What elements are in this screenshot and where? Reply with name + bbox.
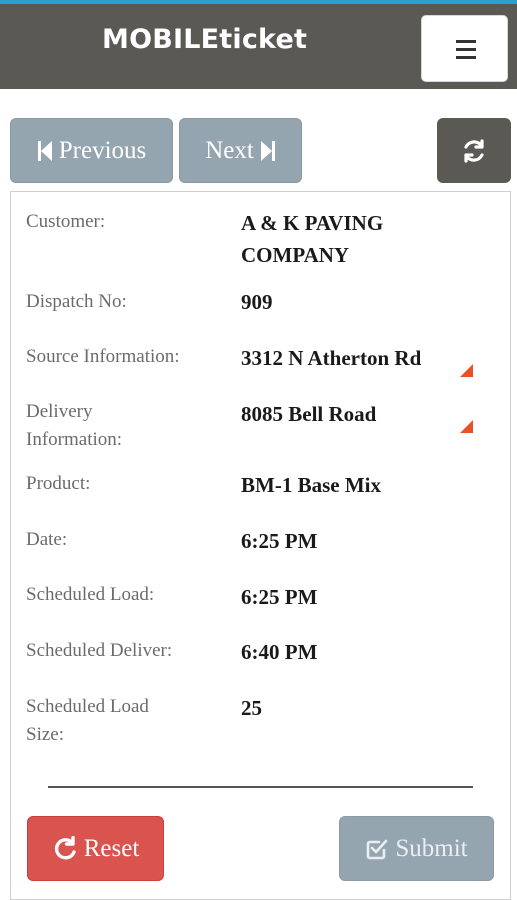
- delivery-information-value[interactable]: 8085 Bell Road: [241, 398, 461, 430]
- menu-button[interactable]: [421, 15, 508, 82]
- previous-button[interactable]: Previous: [10, 118, 173, 183]
- product-label: Product:: [26, 473, 91, 494]
- divider: [48, 786, 473, 788]
- scheduled-load-label: Scheduled Load:: [26, 584, 155, 605]
- check-square-icon: [367, 839, 388, 859]
- next-label: Next: [205, 136, 254, 164]
- app-title: MOBILEticket: [102, 24, 308, 55]
- refresh-icon: [464, 138, 484, 163]
- reset-label: Reset: [83, 834, 140, 862]
- app-header: MOBILEticket: [0, 4, 517, 89]
- customer-label: Customer:: [26, 211, 106, 232]
- scheduled-load-value: 6:25 PM: [241, 585, 318, 609]
- customer-value: A & K PAVING COMPANY: [241, 211, 384, 267]
- delivery-information-label: Delivery Information:: [26, 401, 123, 450]
- submit-label: Submit: [395, 834, 468, 862]
- reset-button[interactable]: Reset: [27, 816, 164, 881]
- delivery-expand-indicator[interactable]: [460, 420, 473, 433]
- step-backward-icon: [37, 140, 52, 161]
- product-value: BM-1 Base Mix: [241, 473, 381, 497]
- dispatch-no-label: Dispatch No:: [26, 291, 127, 312]
- source-information-value[interactable]: 3312 N Atherton Rd: [241, 342, 461, 374]
- dispatch-no-value: 909: [241, 290, 273, 314]
- source-information-label: Source Information:: [26, 346, 180, 367]
- date-value: 6:25 PM: [241, 529, 318, 553]
- submit-button[interactable]: Submit: [339, 816, 494, 881]
- refresh-button[interactable]: [437, 118, 511, 183]
- source-expand-indicator[interactable]: [460, 364, 473, 377]
- scheduled-deliver-label: Scheduled Deliver:: [26, 640, 173, 661]
- previous-label: Previous: [58, 136, 147, 164]
- scheduled-load-size-value: 25: [241, 696, 262, 720]
- scheduled-load-size-label: Scheduled Load Size:: [26, 696, 149, 745]
- reset-icon: [54, 835, 76, 859]
- date-label: Date:: [26, 529, 68, 550]
- next-button[interactable]: Next: [179, 118, 302, 183]
- step-forward-icon: [260, 140, 275, 161]
- scheduled-deliver-value: 6:40 PM: [241, 640, 318, 664]
